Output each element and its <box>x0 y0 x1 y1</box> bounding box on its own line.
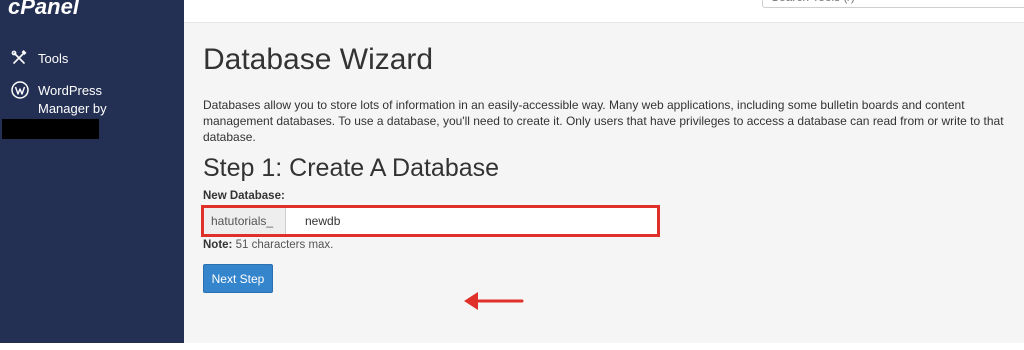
sidebar-item-wordpress-manager[interactable]: WordPress Manager by <box>11 81 171 121</box>
search-box[interactable] <box>762 0 1024 8</box>
annotation-arrow-icon <box>464 292 524 310</box>
sidebar-item-label: Tools <box>38 51 69 66</box>
tools-icon <box>11 50 31 70</box>
sidebar-item-label: WordPress Manager by <box>38 82 107 118</box>
character-limit-note: Note: 51 characters max. <box>203 239 333 251</box>
wordpress-icon <box>11 81 31 101</box>
intro-text: Databases allow you to store lots of inf… <box>203 98 1004 144</box>
redacted-block <box>2 119 99 139</box>
sidebar: cPanel Tools WordPress Manager by <box>0 0 184 343</box>
step-title: Step 1: Create A Database <box>203 154 500 182</box>
top-bar <box>184 0 1024 23</box>
note-text: 51 characters max. <box>232 239 334 251</box>
main-content: Database Wizard Databases allow you to s… <box>184 23 1024 343</box>
new-database-label: New Database: <box>203 190 285 202</box>
note-label: Note: <box>203 239 233 251</box>
sidebar-item-tools[interactable]: Tools <box>11 50 171 70</box>
database-prefix: hatutorials_ <box>204 208 286 234</box>
sidebar-item-label-line1: WordPress <box>38 83 103 98</box>
page-title: Database Wizard <box>203 43 434 76</box>
new-database-input-group: hatutorials_ <box>201 205 660 237</box>
next-step-button[interactable]: Next Step <box>203 264 273 293</box>
search-input[interactable] <box>763 0 1024 7</box>
sidebar-item-label-line2: Manager by <box>38 101 107 116</box>
cpanel-logo[interactable]: cPanel <box>8 0 79 20</box>
new-database-input[interactable] <box>286 208 657 234</box>
